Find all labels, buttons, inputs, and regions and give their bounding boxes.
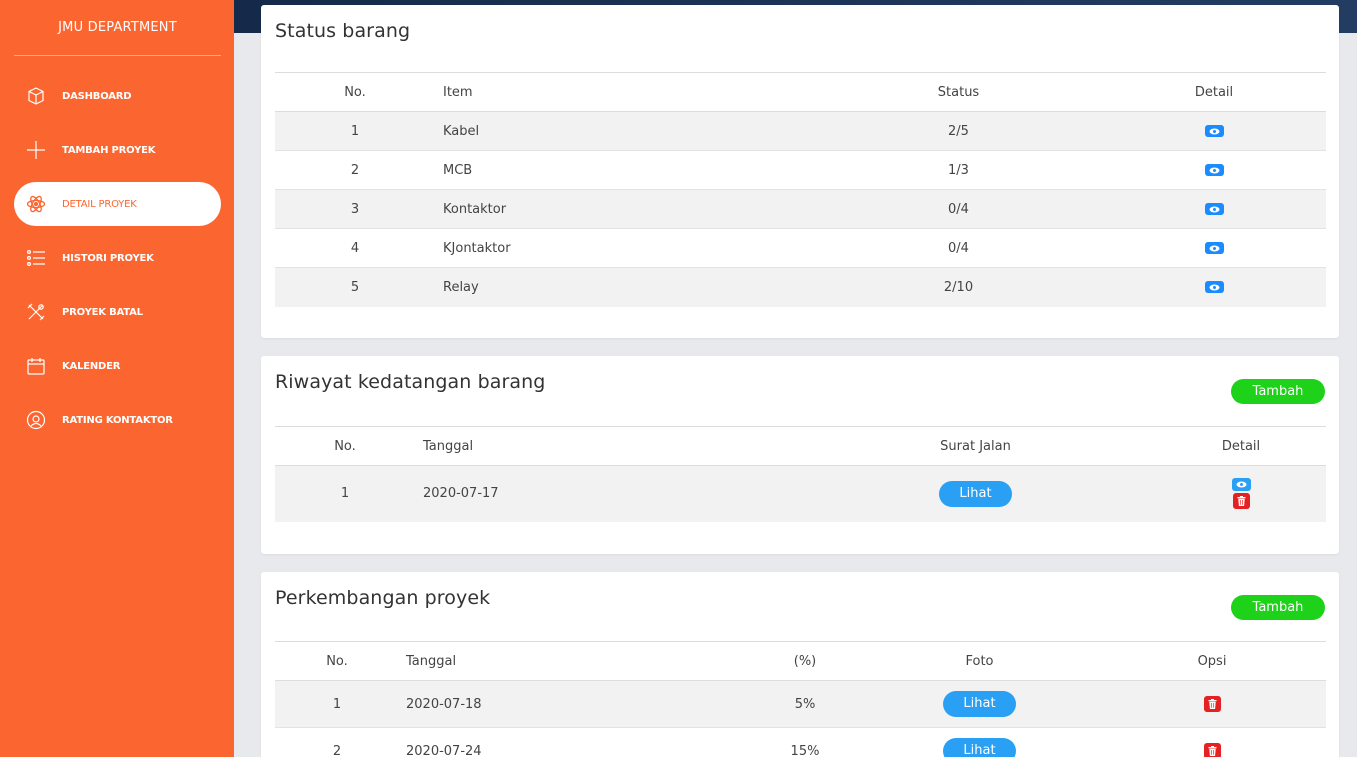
row-tanggal: 2020-07-18 bbox=[399, 680, 749, 728]
view-detail-button[interactable] bbox=[1204, 164, 1224, 176]
target-icon bbox=[25, 409, 47, 431]
column-header: Tanggal bbox=[399, 641, 749, 681]
trash-icon bbox=[1208, 746, 1216, 757]
sidebar-item-histori-proyek[interactable]: HISTORI PROYEK bbox=[14, 236, 221, 280]
card-title: Status barang bbox=[275, 20, 411, 42]
column-header: Detail bbox=[1156, 426, 1326, 466]
eye-icon bbox=[1209, 128, 1219, 134]
tambah-riwayat-button[interactable]: Tambah bbox=[1231, 379, 1325, 404]
perkembangan-card: Perkembangan proyek Tambah No. Tanggal (… bbox=[261, 572, 1339, 757]
row-status: 2/5 bbox=[815, 111, 1102, 151]
sidebar-item-label: TAMBAH PROYEK bbox=[62, 144, 156, 156]
row-no: 2 bbox=[275, 727, 399, 757]
row-tanggal: 2020-07-17 bbox=[415, 465, 795, 522]
sidebar-item-kalender[interactable]: KALENDER bbox=[14, 344, 221, 388]
box-icon bbox=[25, 85, 47, 107]
column-header: Foto bbox=[861, 641, 1098, 681]
plus-icon bbox=[25, 139, 47, 161]
row-no: 1 bbox=[275, 465, 415, 522]
row-no: 1 bbox=[275, 111, 435, 151]
table-row: 1 2020-07-18 5% Lihat bbox=[275, 680, 1326, 728]
column-header: Tanggal bbox=[415, 426, 795, 466]
card-title: Perkembangan proyek bbox=[275, 587, 491, 609]
row-item: Relay bbox=[435, 267, 815, 307]
eye-icon bbox=[1209, 284, 1219, 291]
brand-title: JMU DEPARTMENT bbox=[14, 0, 221, 56]
row-no: 1 bbox=[275, 680, 399, 728]
column-header: Surat Jalan bbox=[795, 426, 1156, 466]
list-icon bbox=[25, 247, 47, 269]
column-header: No. bbox=[275, 641, 399, 681]
sidebar-item-detail-proyek[interactable]: DETAIL PROYEK bbox=[14, 182, 221, 226]
status-barang-card: Status barang No. Item Status Detail 1 K… bbox=[261, 5, 1339, 338]
sidebar: JMU DEPARTMENT DASHBOARD TAMBAH PROYEK D… bbox=[0, 0, 234, 757]
trash-icon bbox=[1237, 496, 1245, 507]
atom-icon bbox=[25, 193, 47, 215]
eye-icon bbox=[1209, 245, 1219, 251]
sidebar-item-label: KALENDER bbox=[62, 360, 121, 372]
column-header: Status bbox=[815, 72, 1102, 112]
sidebar-item-label: PROYEK BATAL bbox=[62, 306, 143, 318]
sidebar-item-dashboard[interactable]: DASHBOARD bbox=[14, 74, 221, 118]
table-row: 1 Kabel 2/5 bbox=[275, 111, 1326, 151]
row-status: 1/3 bbox=[815, 150, 1102, 190]
delete-button[interactable] bbox=[1203, 696, 1221, 712]
table-row: 2 2020-07-24 15% Lihat bbox=[275, 727, 1326, 757]
row-item: MCB bbox=[435, 150, 815, 190]
sidebar-item-label: DETAIL PROYEK bbox=[62, 198, 137, 210]
delete-button[interactable] bbox=[1203, 743, 1221, 757]
sidebar-item-rating-kontaktor[interactable]: RATING KONTAKTOR bbox=[14, 398, 221, 442]
tambah-perkembangan-button[interactable]: Tambah bbox=[1231, 595, 1325, 620]
trash-icon bbox=[1208, 699, 1216, 709]
row-no: 2 bbox=[275, 150, 435, 190]
sidebar-item-label: DASHBOARD bbox=[62, 90, 132, 102]
table-row: 2 MCB 1/3 bbox=[275, 150, 1326, 190]
eye-icon bbox=[1209, 167, 1219, 173]
calendar-icon bbox=[25, 355, 47, 377]
row-status: 0/4 bbox=[815, 189, 1102, 229]
eye-icon bbox=[1236, 481, 1246, 488]
row-persen: 15% bbox=[749, 727, 861, 757]
delete-button[interactable] bbox=[1232, 493, 1250, 510]
column-header: No. bbox=[275, 72, 435, 112]
row-no: 5 bbox=[275, 267, 435, 307]
riwayat-card: Riwayat kedatangan barang Tambah No. Tan… bbox=[261, 356, 1339, 554]
table-row: 1 2020-07-17 Lihat bbox=[275, 465, 1326, 522]
view-detail-button[interactable] bbox=[1204, 125, 1224, 137]
table-row: 5 Relay 2/10 bbox=[275, 267, 1326, 307]
row-no: 4 bbox=[275, 228, 435, 268]
column-header: No. bbox=[275, 426, 415, 466]
row-item: Kabel bbox=[435, 111, 815, 151]
row-tanggal: 2020-07-24 bbox=[399, 727, 749, 757]
table-row: 3 Kontaktor 0/4 bbox=[275, 189, 1326, 229]
perkembangan-table: No. Tanggal (%) Foto Opsi 1 2020-07-18 5… bbox=[275, 641, 1326, 757]
view-detail-button[interactable] bbox=[1231, 478, 1251, 492]
riwayat-table: No. Tanggal Surat Jalan Detail 1 2020-07… bbox=[275, 426, 1326, 522]
view-detail-button[interactable] bbox=[1204, 203, 1224, 215]
row-item: Kontaktor bbox=[435, 189, 815, 229]
column-header: Opsi bbox=[1098, 641, 1326, 681]
column-header: Item bbox=[435, 72, 815, 112]
sidebar-item-label: RATING KONTAKTOR bbox=[62, 414, 173, 426]
lihat-surat-jalan-button[interactable]: Lihat bbox=[939, 480, 1012, 507]
table-row: 4 KJontaktor 0/4 bbox=[275, 228, 1326, 268]
tools-icon bbox=[25, 301, 47, 323]
view-detail-button[interactable] bbox=[1204, 281, 1224, 294]
row-no: 3 bbox=[275, 189, 435, 229]
view-detail-button[interactable] bbox=[1204, 242, 1224, 254]
sidebar-item-tambah-proyek[interactable]: TAMBAH PROYEK bbox=[14, 128, 221, 172]
card-title: Riwayat kedatangan barang bbox=[275, 371, 546, 393]
column-header: (%) bbox=[749, 641, 861, 681]
row-status: 0/4 bbox=[815, 228, 1102, 268]
sidebar-item-label: HISTORI PROYEK bbox=[62, 252, 154, 264]
row-status: 2/10 bbox=[815, 267, 1102, 307]
eye-icon bbox=[1209, 206, 1219, 212]
sidebar-item-proyek-batal[interactable]: PROYEK BATAL bbox=[14, 290, 221, 334]
lihat-foto-button[interactable]: Lihat bbox=[943, 691, 1016, 717]
column-header: Detail bbox=[1102, 72, 1326, 112]
lihat-foto-button[interactable]: Lihat bbox=[943, 738, 1016, 757]
status-barang-table: No. Item Status Detail 1 Kabel 2/5 2 MCB… bbox=[275, 72, 1326, 307]
row-persen: 5% bbox=[749, 680, 861, 728]
row-item: KJontaktor bbox=[435, 228, 815, 268]
